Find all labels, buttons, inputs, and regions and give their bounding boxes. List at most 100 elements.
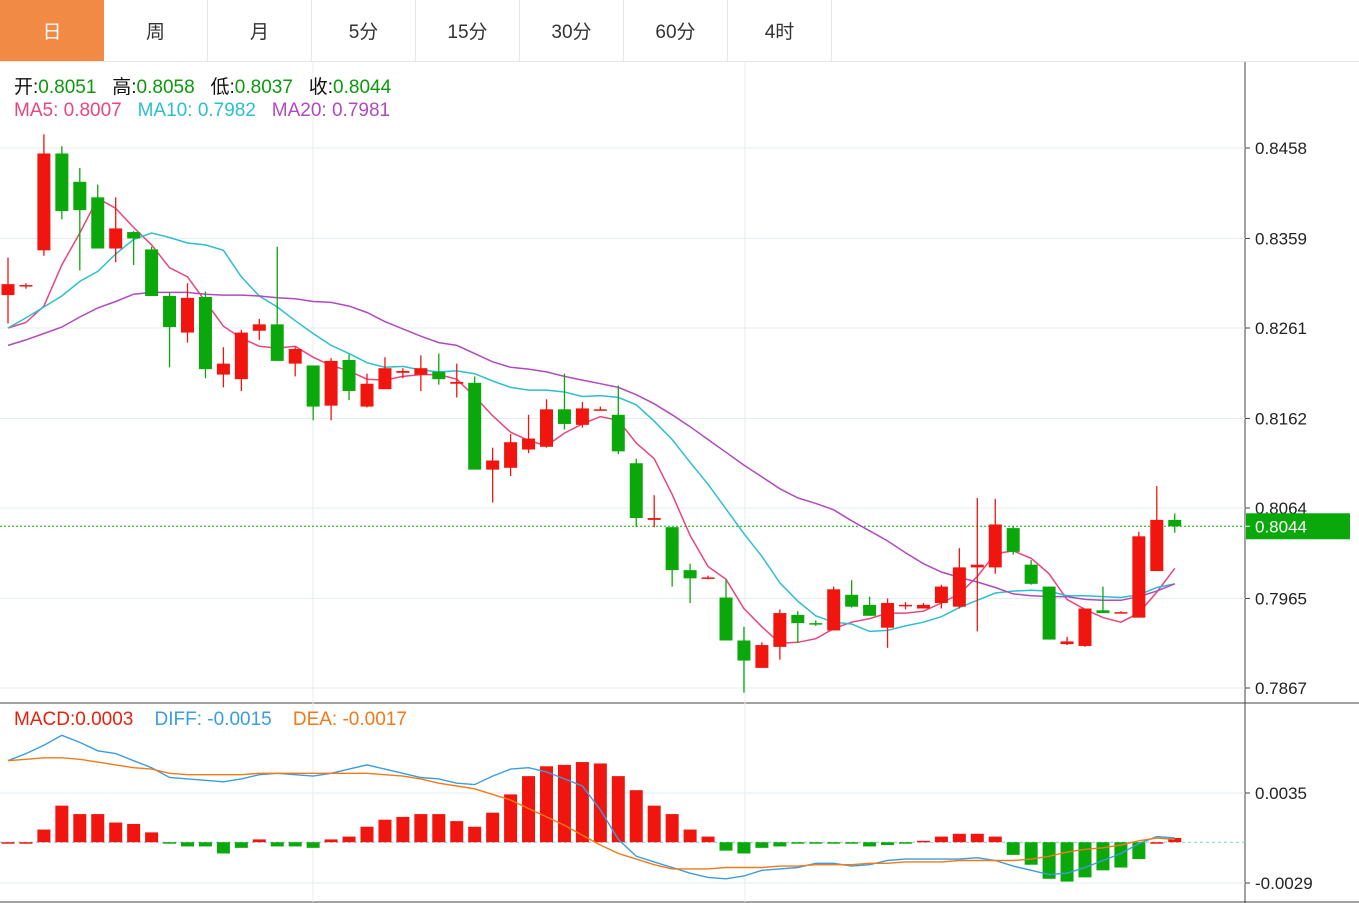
y-tick-label: 0.7867 <box>1255 679 1307 698</box>
candle-body <box>1114 612 1128 614</box>
y-tick-label: 0.8261 <box>1255 319 1307 338</box>
candle-body <box>127 232 141 239</box>
macd-label: MACD: <box>14 709 76 730</box>
macd-bar <box>432 814 446 843</box>
ma5-line <box>7 197 1176 644</box>
macd-bar <box>683 829 697 843</box>
candle-body <box>378 368 392 390</box>
macd-bar <box>737 842 751 854</box>
candle <box>952 548 966 609</box>
candle-body <box>1042 586 1056 640</box>
tab-day[interactable]: 日 <box>0 0 104 61</box>
macd-bar <box>127 823 141 843</box>
macd-bar <box>1078 842 1092 878</box>
candle <box>1060 636 1074 646</box>
candle-body <box>91 197 105 249</box>
candle-body <box>701 577 715 579</box>
candle <box>1168 513 1182 533</box>
macd-bar <box>575 762 589 843</box>
tab-5min[interactable]: 5分 <box>312 0 416 61</box>
macd-y-tick-label: 0.0035 <box>1255 784 1307 803</box>
candle-body <box>809 623 823 625</box>
macd-bar <box>988 836 1002 843</box>
candle-body <box>755 645 769 668</box>
candle-body <box>414 368 428 375</box>
macd-bar <box>916 840 930 843</box>
candle-body <box>504 442 518 468</box>
low-value: 0.8037 <box>234 77 293 98</box>
candle-body <box>73 181 87 211</box>
ma20-value: 0.7981 <box>331 100 391 121</box>
candle-body <box>1168 519 1182 527</box>
candle-body <box>288 349 302 364</box>
macd-bar <box>1006 842 1020 855</box>
candle-body <box>1024 564 1038 584</box>
last-price-label: 0.8044 <box>1255 517 1307 536</box>
macd-bar <box>540 766 553 843</box>
candle-body <box>575 408 589 425</box>
candle <box>575 402 589 428</box>
candle <box>1042 586 1056 640</box>
macd-bar <box>1060 842 1074 882</box>
tab-60min[interactable]: 60分 <box>624 0 728 61</box>
tab-15min[interactable]: 15分 <box>416 0 520 61</box>
macd-bar <box>19 842 33 844</box>
candle-body <box>252 324 266 331</box>
macd-bar <box>91 814 105 843</box>
candle <box>306 365 320 421</box>
candle <box>324 358 338 421</box>
macd-bar <box>863 842 877 847</box>
candle-body <box>522 438 536 450</box>
candle-body <box>719 597 733 641</box>
candle <box>863 596 877 616</box>
candle-body <box>916 604 930 609</box>
macd-bar <box>970 833 984 843</box>
grid <box>0 62 1359 903</box>
candle-body <box>629 463 643 519</box>
macd-bar <box>719 842 733 851</box>
macd-bar <box>324 839 338 843</box>
candle <box>629 458 643 528</box>
tab-30min[interactable]: 30分 <box>520 0 624 61</box>
macd-bar <box>234 842 248 848</box>
close-value: 0.8044 <box>333 77 392 98</box>
candle <box>450 363 464 398</box>
candle <box>683 563 697 604</box>
macd-bar <box>647 805 661 843</box>
tab-month[interactable]: 月 <box>208 0 312 61</box>
candle <box>827 586 841 631</box>
macd-bar <box>934 836 948 843</box>
macd-bar <box>468 826 482 843</box>
candle-body <box>181 297 194 333</box>
candlesticks <box>1 134 1182 693</box>
ma-info: MA5: 0.8007 MA10: 0.7982 MA20: 0.7981 <box>14 100 390 122</box>
price-axis: 0.84580.83590.82610.81620.80640.79650.78… <box>1245 139 1350 893</box>
candle <box>1150 486 1164 572</box>
tab-week[interactable]: 周 <box>104 0 208 61</box>
candle <box>899 602 912 610</box>
candle-body <box>396 370 410 373</box>
dea-value: -0.0017 <box>342 709 407 730</box>
candle-body <box>198 296 212 370</box>
macd-info: MACD:0.0003 DIFF: -0.0015 DEA: -0.0017 <box>14 709 407 731</box>
candle <box>73 168 87 271</box>
candle <box>701 575 715 580</box>
macd-bar <box>198 842 212 847</box>
candle-body <box>163 296 177 328</box>
candle <box>288 347 302 377</box>
kline-chart[interactable]: 0.84580.83590.82610.81620.80640.79650.78… <box>0 62 1359 903</box>
candle-body <box>881 603 895 628</box>
macd-bar <box>216 842 230 854</box>
period-tabs: 日 周 月 5分 15分 30分 60分 4时 <box>0 0 1359 62</box>
candle-body <box>791 614 805 624</box>
high-value: 0.8058 <box>136 77 195 98</box>
candle-body <box>55 153 69 212</box>
candle-body <box>647 518 661 520</box>
candle <box>791 611 805 644</box>
macd-bar <box>665 814 679 843</box>
tab-4hour[interactable]: 4时 <box>728 0 832 61</box>
y-tick-label: 0.7965 <box>1255 589 1307 608</box>
candle <box>647 495 661 528</box>
diff-value: -0.0015 <box>207 709 272 730</box>
macd-bar <box>1 842 15 844</box>
